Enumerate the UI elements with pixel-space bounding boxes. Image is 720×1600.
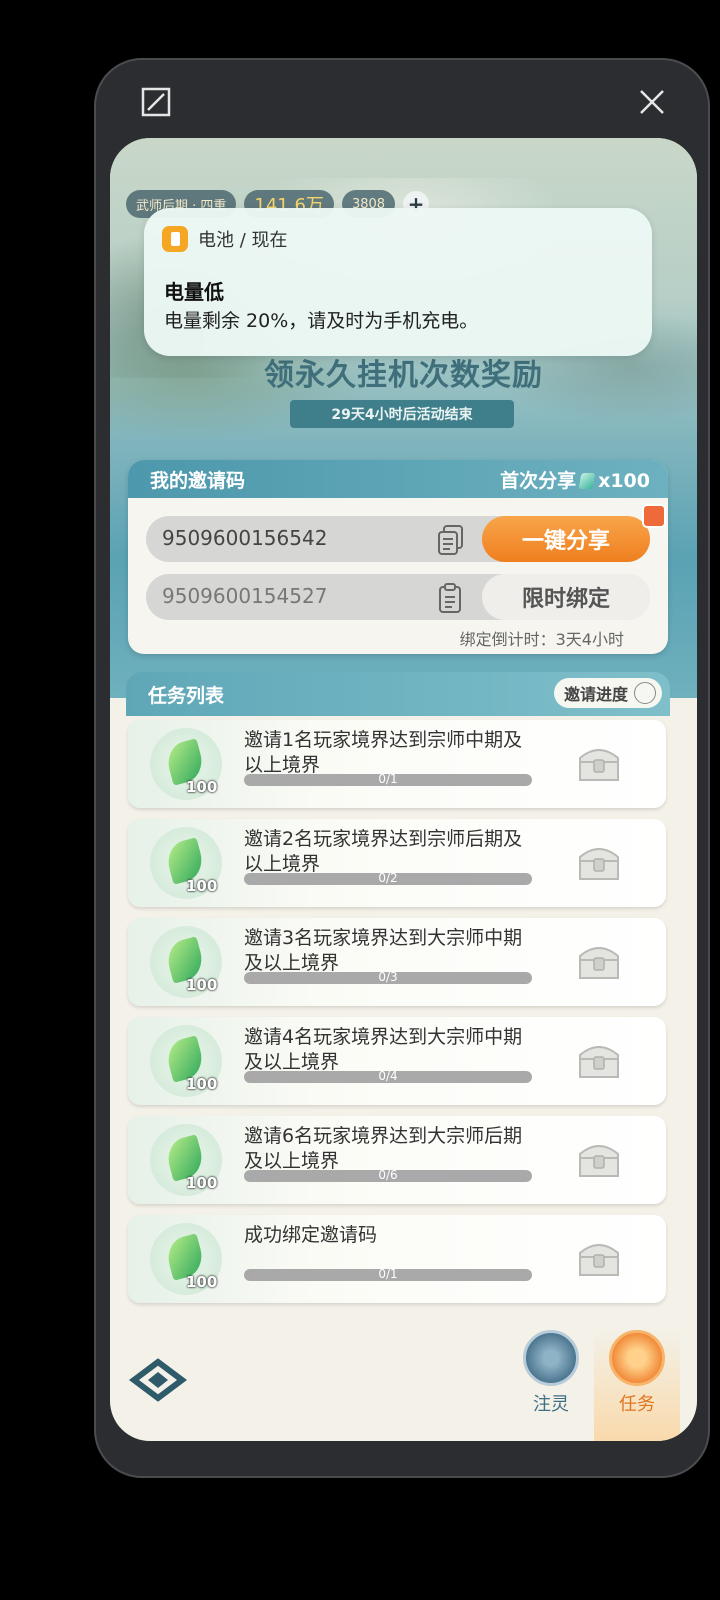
task-progress-bar: 0/1 (244, 772, 532, 786)
battery-icon (162, 226, 188, 252)
reward-qty: 100 (186, 976, 218, 994)
task-progress-bar: 0/2 (244, 871, 532, 885)
task-progress-label: 0/1 (378, 772, 398, 786)
task-progress-label: 0/3 (378, 970, 398, 984)
leaf-icon (523, 1330, 579, 1386)
treasure-chest-icon[interactable] (574, 938, 624, 984)
task-progress-bar: 0/6 (244, 1168, 532, 1182)
nav-tasks-label: 任务 (619, 1394, 655, 1415)
reward-item[interactable]: 100 (150, 1025, 222, 1097)
treasure-chest-icon[interactable] (574, 1136, 624, 1182)
invite-progress-button[interactable]: 邀请进度 (553, 678, 662, 708)
bind-code-row: 9509600154527 限时绑定 (146, 574, 650, 620)
notification-body: 电量剩余 20%，请及时为手机充电。 (164, 310, 479, 332)
treasure-chest-icon[interactable] (574, 1037, 624, 1083)
bind-code-input[interactable]: 9509600154527 (162, 584, 327, 608)
notification-app-name: 电池 / 现在 (198, 230, 288, 251)
first-share-amount: x100 (598, 469, 650, 492)
battery-notification[interactable]: 电池 / 现在 电量低 电量剩余 20%，请及时为手机充电。 (144, 208, 652, 356)
share-button[interactable]: 一键分享 (482, 516, 650, 562)
nav-tasks[interactable]: 任务 (594, 1330, 680, 1441)
reward-qty: 100 (186, 1174, 218, 1192)
task-row: 100 邀请6名玩家境界达到大宗师后期及以上境界 0/6 (128, 1116, 666, 1204)
bind-button[interactable]: 限时绑定 (482, 574, 650, 620)
task-progress-label: 0/2 (378, 871, 398, 885)
task-panel: 任务列表 邀请进度 100 邀请1名玩家境界达到宗师中期及以上境界 0/1 100 邀请… (126, 672, 670, 1303)
treasure-chest-icon[interactable] (574, 740, 624, 786)
reward-qty: 100 (186, 778, 218, 796)
game-screen: 武师后期 · 四重 141.6万 3808 + 领永久挂机次数奖励 29天4小时… (110, 138, 697, 1441)
task-progress-label: 0/4 (378, 1069, 398, 1083)
task-row: 100 邀请1名玩家境界达到宗师中期及以上境界 0/1 (128, 720, 666, 808)
task-row: 100 邀请2名玩家境界达到宗师后期及以上境界 0/2 (128, 819, 666, 907)
task-row: 100 成功绑定邀请码 0/1 (128, 1215, 666, 1303)
copy-icon[interactable] (436, 524, 466, 556)
floating-window: 武师后期 · 四重 141.6万 3808 + 领永久挂机次数奖励 29天4小时… (94, 58, 710, 1478)
invite-title: 我的邀请码 (150, 469, 246, 492)
close-icon[interactable] (636, 86, 668, 118)
user-icon (634, 682, 656, 704)
reward-item[interactable]: 100 (150, 926, 222, 998)
treasure-chest-icon[interactable] (574, 1235, 624, 1281)
notification-app-row: 电池 / 现在 (162, 226, 288, 252)
share-badge-icon (642, 504, 666, 528)
task-progress-label: 0/6 (378, 1168, 398, 1182)
invite-card-header: 我的邀请码 首次分享 x100 (128, 460, 668, 498)
treasure-chest-icon[interactable] (574, 839, 624, 885)
expand-icon[interactable] (140, 86, 172, 118)
task-description: 成功绑定邀请码 (244, 1224, 378, 1246)
paste-icon[interactable] (436, 582, 466, 614)
bottom-nav: 注灵 任务 (110, 1308, 697, 1441)
task-progress-label: 0/1 (378, 1267, 398, 1281)
reward-item[interactable]: 100 (150, 728, 222, 800)
game-logo-icon[interactable] (128, 1358, 188, 1402)
task-list-title: 任务列表 (148, 684, 225, 707)
reward-item[interactable]: 100 (150, 1124, 222, 1196)
my-invite-code: 9509600156542 (162, 526, 328, 550)
invite-progress-label: 邀请进度 (563, 685, 628, 704)
first-share-reward: 首次分享 x100 (500, 466, 650, 493)
gem-icon (578, 472, 596, 489)
event-countdown: 29天4小时后活动结束 (290, 400, 514, 428)
bind-countdown: 绑定倒计时：3天4小时 (459, 630, 624, 649)
first-share-label: 首次分享 (500, 469, 577, 492)
event-headline: 领永久挂机次数奖励 (264, 358, 543, 393)
task-panel-header: 任务列表 邀请进度 (126, 672, 670, 716)
reward-qty: 100 (186, 1273, 218, 1291)
task-progress-bar: 0/4 (244, 1069, 532, 1083)
my-code-row: 9509600156542 一键分享 (146, 504, 666, 562)
task-progress-bar: 0/3 (244, 970, 532, 984)
task-row: 100 邀请4名玩家境界达到大宗师中期及以上境界 0/4 (128, 1017, 666, 1105)
bee-icon (609, 1330, 665, 1386)
task-row: 100 邀请3名玩家境界达到大宗师中期及以上境界 0/3 (128, 918, 666, 1006)
invite-code-card: 我的邀请码 首次分享 x100 9509600156542 一键分享 95096… (128, 460, 668, 654)
reward-item[interactable]: 100 (150, 1223, 222, 1295)
nav-infuse-label: 注灵 (533, 1394, 569, 1415)
reward-qty: 100 (186, 1075, 218, 1093)
notification-title: 电量低 (164, 280, 224, 304)
nav-infuse[interactable]: 注灵 (508, 1330, 594, 1441)
reward-qty: 100 (186, 877, 218, 895)
task-progress-bar: 0/1 (244, 1267, 532, 1281)
reward-item[interactable]: 100 (150, 827, 222, 899)
